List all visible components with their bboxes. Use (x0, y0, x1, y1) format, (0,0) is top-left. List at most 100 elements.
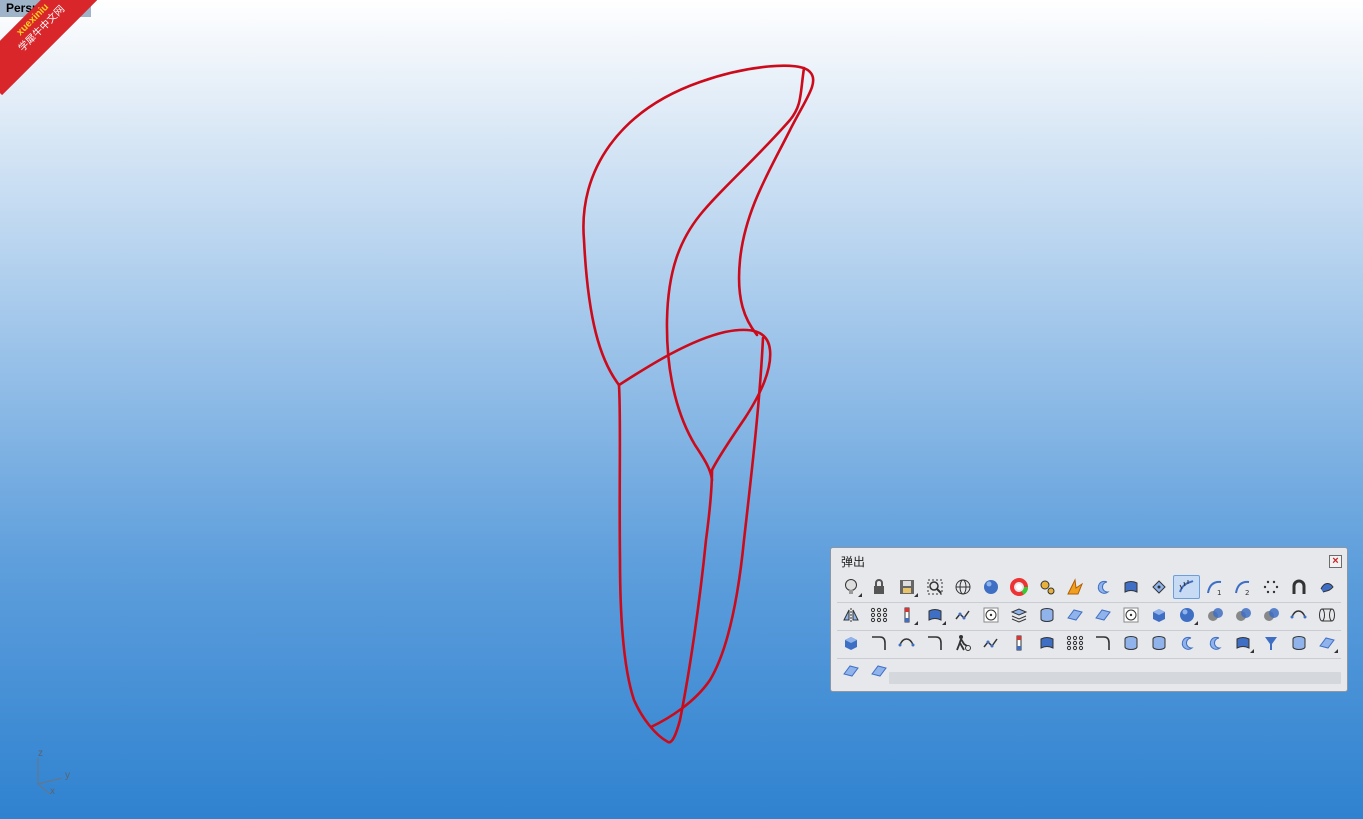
loft-icon (841, 661, 861, 681)
popup-toolbar[interactable]: 弹出 × 12 (830, 547, 1348, 692)
flyout-indicator-icon (858, 593, 862, 597)
save-button[interactable] (893, 575, 920, 599)
point-cloud-icon (1261, 577, 1281, 597)
flyout-indicator-icon (914, 593, 918, 597)
layers-button[interactable] (1005, 603, 1032, 627)
render-burst-icon (1065, 577, 1085, 597)
plane-icon (1093, 605, 1113, 625)
cylinder-button[interactable] (1117, 631, 1144, 655)
gears-button[interactable] (1033, 575, 1060, 599)
surface-patch-icon (1121, 577, 1141, 597)
gumball-vertical-button[interactable] (1005, 631, 1032, 655)
boolean-difference-icon (1233, 605, 1253, 625)
twist-icon (1317, 577, 1337, 597)
boolean-intersection-button[interactable] (1257, 603, 1284, 627)
zoom-extents-button[interactable] (921, 575, 948, 599)
arc-degree-1-button[interactable]: 1 (1201, 575, 1228, 599)
fillet-curve-icon (869, 633, 889, 653)
sweep-button[interactable] (1089, 631, 1116, 655)
revolve-icon (1093, 577, 1113, 597)
funnel-button[interactable] (1257, 631, 1284, 655)
flyout-indicator-icon (1334, 649, 1338, 653)
circle-center-button[interactable] (977, 603, 1004, 627)
pipe-button[interactable] (1313, 603, 1340, 627)
gumball-vertical-icon (1009, 633, 1029, 653)
plane-button[interactable] (1089, 603, 1116, 627)
circle-point-icon (1121, 605, 1141, 625)
array-icon (1065, 633, 1085, 653)
circle-point-button[interactable] (1117, 603, 1144, 627)
rendered-sphere-button[interactable] (977, 575, 1004, 599)
array-button[interactable] (1061, 631, 1088, 655)
plane-2-button[interactable] (865, 659, 892, 683)
walk-mode-button[interactable] (949, 631, 976, 655)
planar-surface-2-button[interactable] (1313, 631, 1340, 655)
cylinder-2-button[interactable] (1285, 631, 1312, 655)
polyline-2-button[interactable] (977, 631, 1004, 655)
wireframe-sphere-button[interactable] (949, 575, 976, 599)
boolean-difference-button[interactable] (1229, 603, 1256, 627)
close-button[interactable]: × (1329, 555, 1342, 568)
cylinder-2-icon (1289, 633, 1309, 653)
cylinder-surface-button[interactable] (1033, 603, 1060, 627)
cylinder-solid-button[interactable] (1145, 631, 1172, 655)
box-solid-button[interactable] (1145, 603, 1172, 627)
wireframe-curves[interactable] (0, 0, 1363, 819)
color-wheel-button[interactable] (1005, 575, 1032, 599)
boolean-union-icon (1205, 605, 1225, 625)
control-points-button[interactable] (865, 603, 892, 627)
render-burst-button[interactable] (1061, 575, 1088, 599)
polyline-icon (953, 605, 973, 625)
twist-button[interactable] (1313, 575, 1340, 599)
planar-surface-button[interactable] (1061, 603, 1088, 627)
flyout-indicator-icon (914, 621, 918, 625)
left-rail-curve[interactable] (617, 383, 714, 744)
point-cloud-button[interactable] (1257, 575, 1284, 599)
mirror-icon (841, 605, 861, 625)
arc-curve-button[interactable] (921, 631, 948, 655)
lock-icon (869, 577, 889, 597)
curvature-graph-button[interactable] (1173, 575, 1200, 599)
extrude-surface-button[interactable] (1033, 631, 1060, 655)
boolean-intersection-icon (1261, 605, 1281, 625)
plane-2-icon (869, 661, 889, 681)
light-bulb-button[interactable] (837, 575, 864, 599)
magnet-button[interactable] (1285, 575, 1312, 599)
arc-curve-icon (925, 633, 945, 653)
sweep-icon (1093, 633, 1113, 653)
loft-button[interactable] (837, 659, 864, 683)
mirror-button[interactable] (837, 603, 864, 627)
fillet-curve-button[interactable] (865, 631, 892, 655)
polyline-button[interactable] (949, 603, 976, 627)
zoom-extents-icon (925, 577, 945, 597)
arc-degree-2-button[interactable]: 2 (1229, 575, 1256, 599)
outer-profile-curve[interactable] (582, 64, 815, 387)
popup-toolbar-title: 弹出 (841, 555, 866, 569)
sphere-solid-button[interactable] (1173, 603, 1200, 627)
inner-s-curve[interactable] (665, 66, 806, 482)
pipe-icon (1317, 605, 1337, 625)
revolve-3-button[interactable] (1201, 631, 1228, 655)
flyout-indicator-icon (1250, 649, 1254, 653)
axis-x-label: x (50, 786, 55, 797)
gears-icon (1037, 577, 1057, 597)
surface-edit-button[interactable] (921, 603, 948, 627)
revolve-button[interactable] (1089, 575, 1116, 599)
points-on-button[interactable] (1145, 575, 1172, 599)
box-button[interactable] (837, 631, 864, 655)
curve-blend-button[interactable] (893, 631, 920, 655)
boolean-union-button[interactable] (1201, 603, 1228, 627)
revolve-2-icon (1177, 633, 1197, 653)
surface-patch-button[interactable] (1117, 575, 1144, 599)
rendered-sphere-icon (981, 577, 1001, 597)
surface-edit-2-button[interactable] (1229, 631, 1256, 655)
flyout-indicator-icon (1194, 621, 1198, 625)
lock-button[interactable] (865, 575, 892, 599)
funnel-icon (1261, 633, 1281, 653)
axis-y-label: y (65, 770, 70, 781)
blend-curve-button[interactable] (1285, 603, 1312, 627)
revolve-2-button[interactable] (1173, 631, 1200, 655)
gumball-button[interactable] (893, 603, 920, 627)
box-icon (841, 633, 861, 653)
cross-section-curve[interactable] (617, 328, 772, 472)
